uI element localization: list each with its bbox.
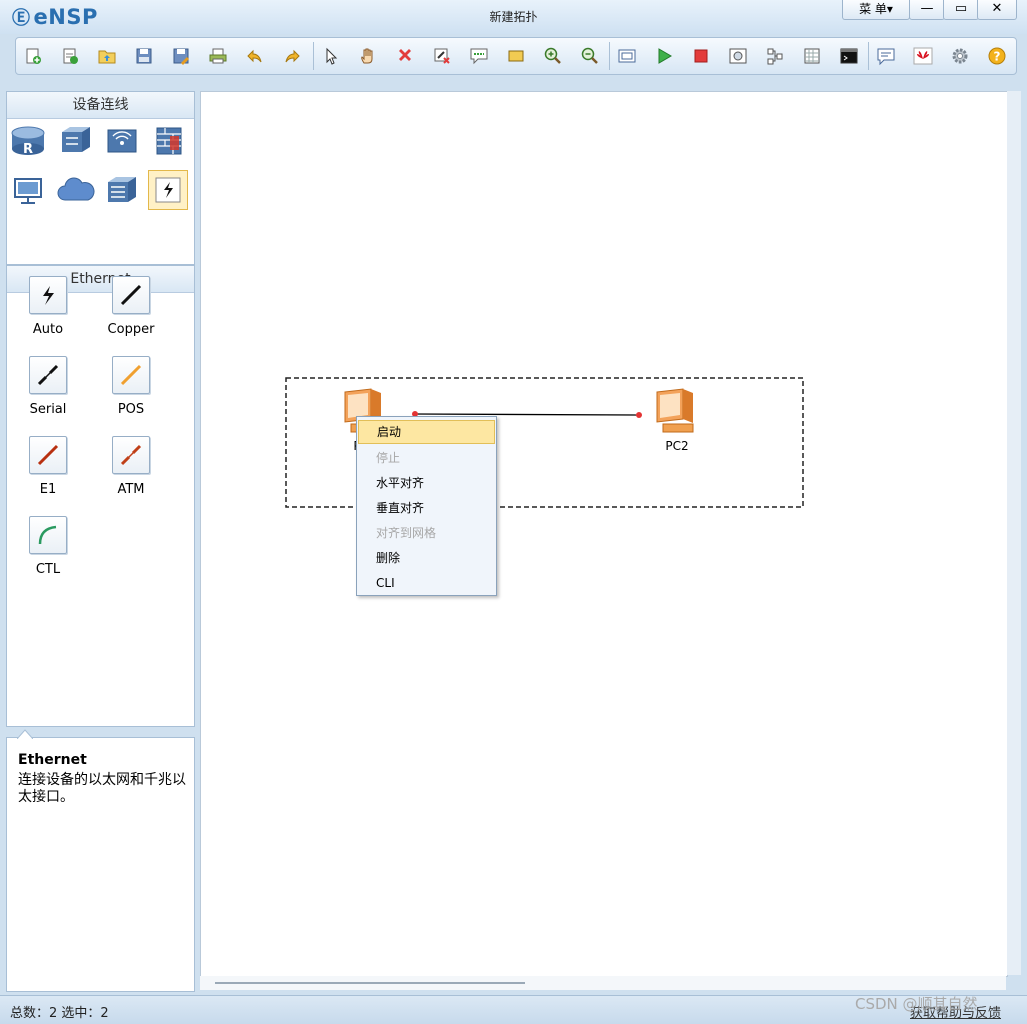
cable-ctl[interactable]: CTL xyxy=(18,516,78,577)
ethernet-link xyxy=(413,413,642,416)
cable-label: E1 xyxy=(39,482,57,497)
connection-icon[interactable] xyxy=(148,170,188,210)
other-device-icon[interactable] xyxy=(103,172,141,210)
cable-label: POS xyxy=(117,402,145,417)
fit-view-icon[interactable] xyxy=(615,44,639,68)
watermark: CSDN @顺其自然 xyxy=(855,995,978,1013)
cable-atm[interactable]: ATM xyxy=(101,436,161,497)
switch-icon[interactable] xyxy=(57,122,95,160)
svg-text:R: R xyxy=(23,142,33,157)
help-icon[interactable]: ? xyxy=(985,44,1009,68)
context-menu: 启动 停止 水平对齐 垂直对齐 对齐到网格 删除 CLI xyxy=(356,416,497,596)
cable-serial[interactable]: Serial xyxy=(18,356,78,417)
description-panel: Ethernet 连接设备的以太网和千兆以太接口。 xyxy=(6,729,195,992)
cloud-icon[interactable] xyxy=(57,172,95,210)
cable-e1[interactable]: E1 xyxy=(18,436,78,497)
device-pc2[interactable]: PC2 xyxy=(649,386,705,456)
vertical-scrollbar[interactable] xyxy=(1007,91,1021,975)
auto-cable-icon xyxy=(29,276,67,314)
device-panel: 设备连线 R xyxy=(6,91,195,265)
zoom-out-icon[interactable] xyxy=(578,44,602,68)
topology-icon[interactable] xyxy=(763,44,787,68)
cli-window-icon[interactable] xyxy=(837,44,861,68)
pos-cable-icon xyxy=(112,356,150,394)
hand-pan-icon[interactable] xyxy=(356,44,380,68)
delete-icon[interactable] xyxy=(393,44,417,68)
menu-item-start[interactable]: 启动 xyxy=(358,420,495,444)
description-title: Ethernet xyxy=(18,752,87,768)
cable-label: ATM xyxy=(117,482,145,497)
chat-icon[interactable] xyxy=(874,44,898,68)
cable-label: Copper xyxy=(107,322,155,337)
redo-icon[interactable] xyxy=(280,44,304,68)
scroll-thumb[interactable] xyxy=(215,982,525,984)
router-icon[interactable]: R xyxy=(9,122,47,160)
cable-copper[interactable]: Copper xyxy=(101,276,161,337)
e1-cable-icon xyxy=(29,436,67,474)
new-topology-icon[interactable] xyxy=(21,44,45,68)
open-icon[interactable] xyxy=(95,44,119,68)
status-text: 总数：2 选中：2 xyxy=(10,1006,109,1021)
main-menu-button[interactable]: 菜 单▾ xyxy=(842,0,910,20)
serial-cable-icon xyxy=(29,356,67,394)
cable-pos[interactable]: POS xyxy=(101,356,161,417)
cable-label: CTL xyxy=(35,562,61,577)
close-button[interactable]: ✕ xyxy=(977,0,1017,20)
grid-icon[interactable] xyxy=(800,44,824,68)
cable-auto[interactable]: Auto xyxy=(18,276,78,337)
menu-item-align-horizontal[interactable]: 水平对齐 xyxy=(358,471,495,495)
save-as-icon[interactable] xyxy=(169,44,193,68)
topology-canvas[interactable]: PC1 PC2 xyxy=(200,91,1008,977)
cable-panel: Ethernet Auto Copper Serial POS E1 ATM C… xyxy=(6,265,195,727)
maximize-button[interactable]: ▭ xyxy=(943,0,979,20)
delete-connection-icon[interactable] xyxy=(430,44,454,68)
rectangle-icon[interactable] xyxy=(504,44,528,68)
cable-label: Serial xyxy=(29,402,67,417)
zoom-in-icon[interactable] xyxy=(541,44,565,68)
select-pointer-icon[interactable] xyxy=(319,44,343,68)
topology-drawing xyxy=(285,377,804,508)
menu-item-stop: 停止 xyxy=(376,451,401,465)
port-indicator-pc2 xyxy=(636,412,642,418)
cable-label: Auto xyxy=(32,322,64,337)
save-icon[interactable] xyxy=(132,44,156,68)
firewall-icon[interactable] xyxy=(150,122,188,160)
text-note-icon[interactable] xyxy=(467,44,491,68)
description-text: 连接设备的以太网和千兆以太接口。 xyxy=(18,772,186,805)
new-topology-alt-icon[interactable] xyxy=(58,44,82,68)
settings-icon[interactable] xyxy=(948,44,972,68)
horizontal-scrollbar[interactable] xyxy=(200,976,1006,990)
menu-item-align-grid: 对齐到网格 xyxy=(376,526,437,540)
undo-icon[interactable] xyxy=(243,44,267,68)
ctl-cable-icon xyxy=(29,516,67,554)
main-toolbar: ? xyxy=(15,37,1017,75)
capture-icon[interactable] xyxy=(726,44,750,68)
pc-icon xyxy=(656,388,694,433)
menu-item-align-vertical[interactable]: 垂直对齐 xyxy=(358,496,495,520)
start-device-icon[interactable] xyxy=(652,44,676,68)
wlan-icon[interactable] xyxy=(103,122,141,160)
title-bar: ⒺeNSP 新建拓扑 菜 单▾ — ▭ ✕ xyxy=(0,0,1027,34)
stop-device-icon[interactable] xyxy=(689,44,713,68)
menu-item-delete[interactable]: 删除 xyxy=(358,546,495,570)
atm-cable-icon xyxy=(112,436,150,474)
svg-text:?: ? xyxy=(994,50,1001,64)
menu-item-cli[interactable]: CLI xyxy=(358,571,495,595)
minimize-button[interactable]: — xyxy=(909,0,945,20)
pc-icon[interactable] xyxy=(9,172,47,210)
print-icon[interactable] xyxy=(206,44,230,68)
device-panel-title: 设备连线 xyxy=(7,92,194,119)
copper-cable-icon xyxy=(112,276,150,314)
device-label: PC2 xyxy=(665,439,689,453)
pointer-arrow-icon xyxy=(17,729,33,739)
huawei-icon[interactable] xyxy=(911,44,935,68)
